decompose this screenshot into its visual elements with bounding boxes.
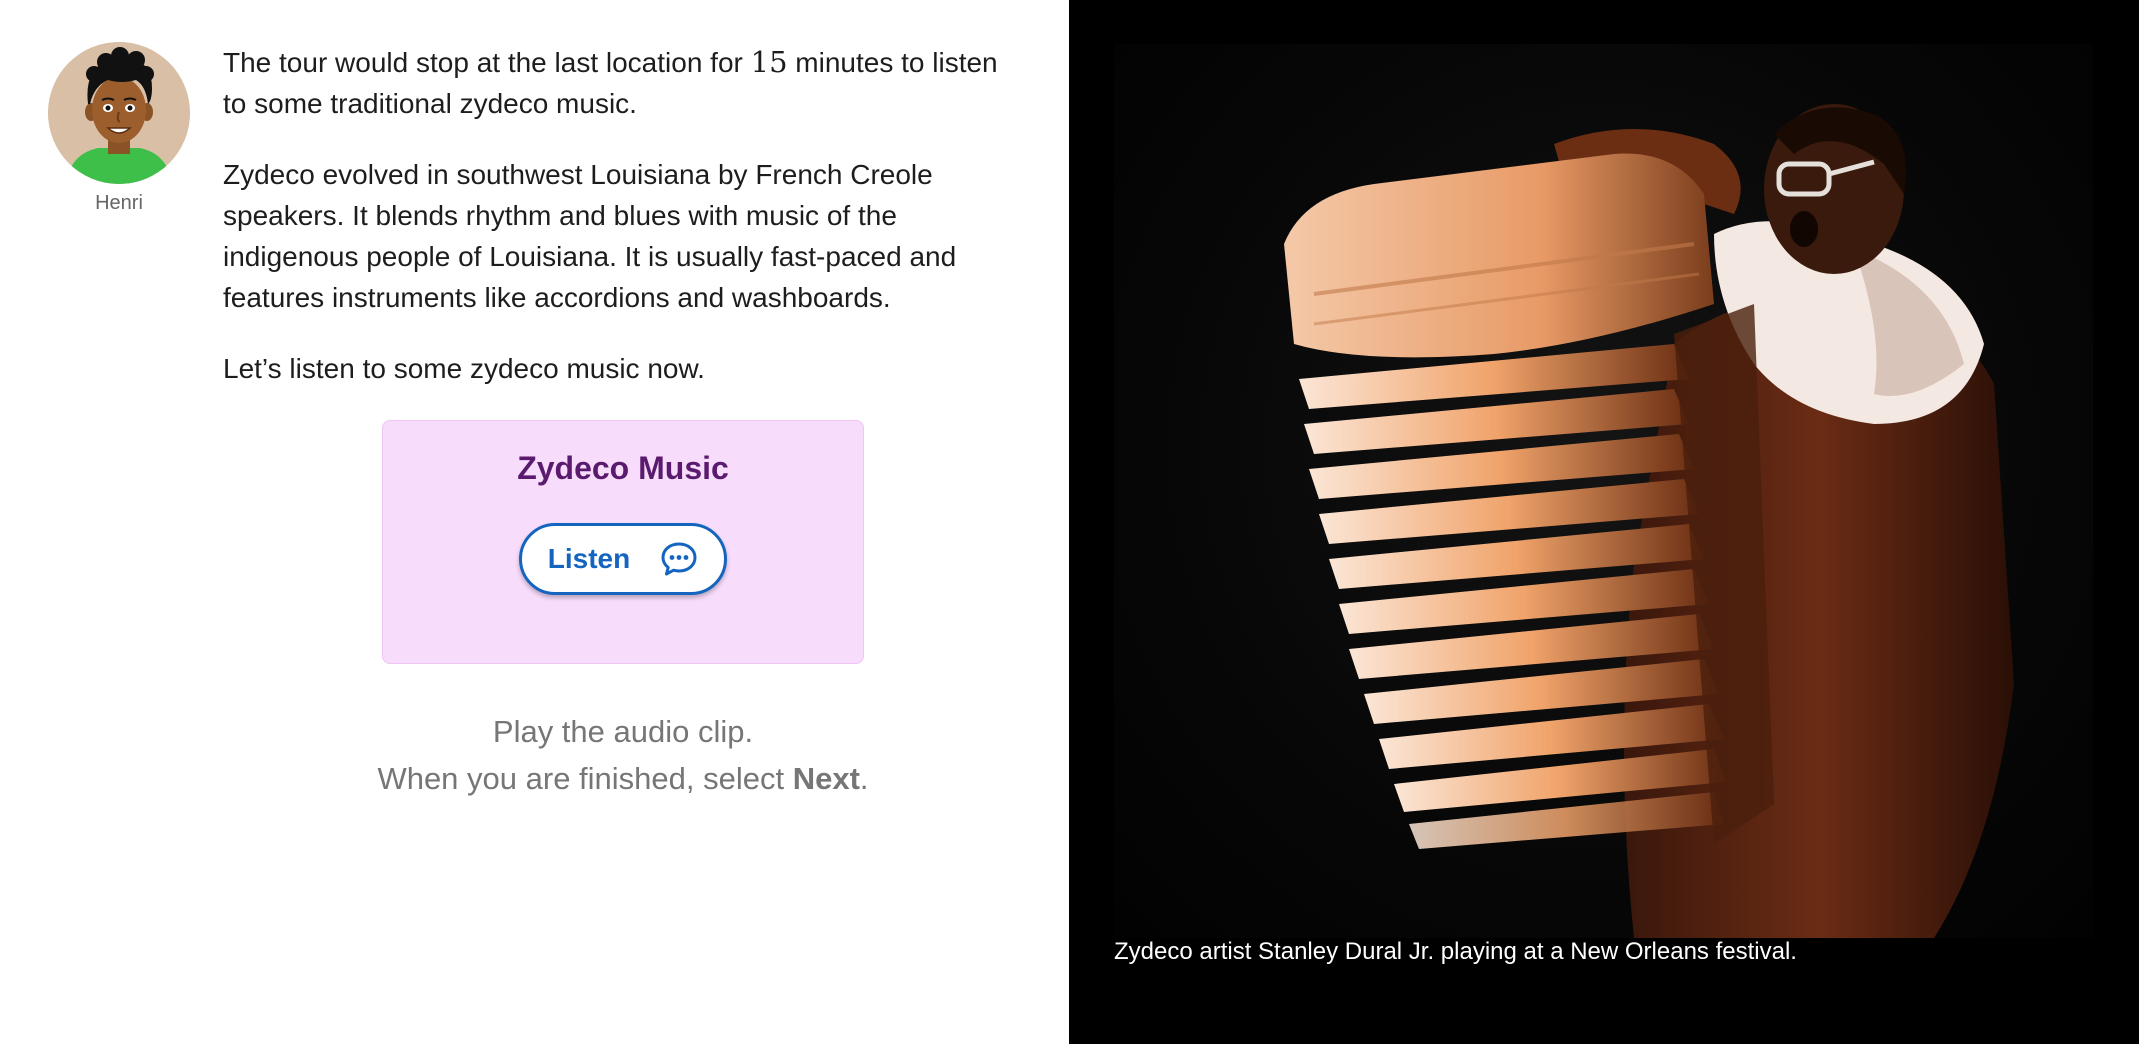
- next-keyword: Next: [792, 761, 860, 796]
- instructions: Play the audio clip. When you are finish…: [223, 708, 1023, 802]
- avatar: [48, 42, 190, 184]
- guide-name: Henri: [95, 192, 143, 214]
- photo-caption: Zydeco artist Stanley Dural Jr. playing …: [1114, 938, 1797, 965]
- bellows: [1299, 344, 1726, 849]
- guide-avatar-block: Henri: [47, 42, 191, 215]
- instructions-line-1: Play the audio clip.: [492, 714, 754, 749]
- narration-text: The tour would stop at the last location…: [223, 42, 1023, 419]
- accordion-player-illustration: [1284, 104, 2014, 938]
- narration-paragraph-1: The tour would stop at the last location…: [223, 45, 998, 119]
- accordion-player-photo: [1114, 44, 2093, 938]
- audio-card: Zydeco Music Listen: [382, 420, 864, 664]
- listen-button[interactable]: Listen: [519, 523, 727, 595]
- narration-paragraph-3: Let’s listen to some zydeco music now.: [223, 353, 705, 384]
- chat-bubble-icon: [661, 542, 697, 576]
- duration-number: 15: [750, 45, 788, 79]
- instructions-line-2: When you are finished, select Next.: [377, 761, 869, 796]
- image-panel: Zydeco artist Stanley Dural Jr. playing …: [1069, 0, 2139, 1044]
- narration-paragraph-2: Zydeco evolved in southwest Louisiana by…: [223, 159, 957, 313]
- person-avatar-icon: [48, 42, 190, 184]
- listen-button-label: Listen: [547, 543, 631, 574]
- page: Henri The tour would stop at the last lo…: [0, 0, 2139, 1044]
- audio-card-title: Zydeco Music: [517, 450, 729, 486]
- content-panel: Henri The tour would stop at the last lo…: [0, 0, 1069, 1044]
